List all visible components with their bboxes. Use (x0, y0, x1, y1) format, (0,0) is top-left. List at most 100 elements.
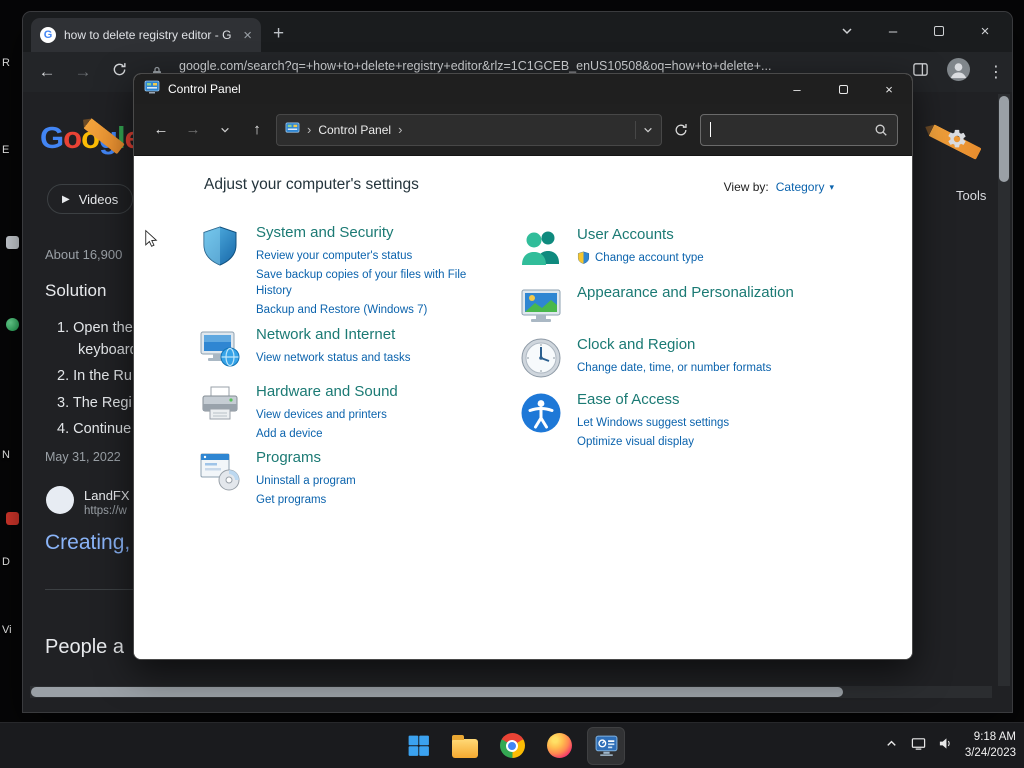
firefox-icon (546, 733, 572, 758)
firefox-button[interactable] (540, 727, 578, 765)
result-title-link[interactable]: Creating, (45, 531, 130, 555)
task-link[interactable]: Backup and Restore (Windows 7) (256, 302, 488, 318)
desktop-icon[interactable] (6, 512, 19, 525)
category-user-accounts: User Accounts Change account type (519, 226, 877, 270)
profile-avatar[interactable] (947, 58, 970, 86)
cp-back-button[interactable]: ← (148, 121, 174, 138)
browser-back-button[interactable]: ← (37, 62, 57, 82)
desktop-icon-label[interactable]: D (2, 556, 10, 568)
breadcrumb[interactable]: Control Panel (318, 123, 391, 137)
horizontal-scrollbar[interactable] (30, 686, 992, 698)
result-source-name: LandFX (84, 488, 130, 503)
settings-gear-icon[interactable] (946, 128, 968, 150)
category-title-link[interactable]: User Accounts (577, 226, 877, 243)
desktop-icon[interactable] (6, 318, 19, 331)
appearance-monitor-icon[interactable] (519, 284, 563, 328)
cp-minimize-button[interactable]: – (774, 74, 820, 104)
category-title-link[interactable]: Ease of Access (577, 391, 877, 408)
volume-icon[interactable] (938, 736, 953, 756)
clock-display[interactable]: 9:18 AM 3/24/2023 (965, 730, 1016, 761)
desktop-icon-label[interactable]: R (2, 57, 10, 69)
clock-icon[interactable] (519, 336, 563, 380)
ease-of-access-icon[interactable] (519, 391, 563, 435)
scrollbar-thumb[interactable] (31, 687, 843, 697)
cp-maximize-button[interactable] (820, 74, 866, 104)
program-window-icon[interactable] (198, 449, 242, 493)
tab-close-icon[interactable]: × (243, 27, 252, 44)
chrome-icon (499, 733, 525, 758)
hidden-icons-chevron-icon[interactable] (884, 736, 899, 756)
task-link[interactable]: Get programs (256, 492, 356, 508)
side-panel-icon[interactable] (912, 61, 929, 83)
tab-search-chevron-icon[interactable] (824, 12, 870, 50)
task-link[interactable]: Add a device (256, 426, 398, 442)
view-by-dropdown[interactable]: Category ▾ (776, 180, 834, 194)
desktop: R E N D Vi G how to delete registry edit… (0, 0, 1024, 768)
task-link[interactable]: Change date, time, or number formats (577, 360, 877, 376)
cp-titlebar[interactable]: Control Panel – × (134, 74, 912, 104)
category-title-link[interactable]: Network and Internet (256, 326, 410, 343)
cp-address-bar[interactable]: › Control Panel › (276, 113, 662, 146)
results-count: About 16,900 (45, 247, 123, 262)
task-link[interactable]: Let Windows suggest settings (577, 415, 877, 431)
browser-close-button[interactable]: × (962, 12, 1008, 50)
category-hardware-and-sound: Hardware and Sound View devices and prin… (198, 383, 398, 442)
desktop-icon-label[interactable]: E (2, 144, 9, 156)
task-link[interactable]: Uninstall a program (256, 473, 356, 489)
task-link[interactable]: Save backup copies of your files with Fi… (256, 267, 488, 299)
task-link[interactable]: Optimize visual display (577, 434, 877, 450)
maximize-icon (934, 26, 944, 36)
videos-filter-chip[interactable]: ▶ Videos (47, 184, 134, 214)
file-explorer-button[interactable] (446, 727, 484, 765)
desktop-icon[interactable] (6, 236, 19, 249)
browser-forward-button[interactable]: → (73, 62, 93, 82)
cp-content: Adjust your computer's settings View by:… (134, 156, 912, 659)
cp-forward-button[interactable]: → (180, 121, 206, 138)
tools-button[interactable]: Tools (956, 188, 986, 203)
scrollbar-thumb[interactable] (999, 96, 1009, 182)
browser-tab[interactable]: G how to delete registry editor - G × (31, 18, 261, 52)
chrome-button[interactable] (493, 727, 531, 765)
desktop-icon-label[interactable]: Vi (2, 624, 12, 636)
taskbar-center (399, 723, 625, 768)
category-title-link[interactable]: System and Security (256, 224, 488, 241)
category-title-link[interactable]: Appearance and Personalization (577, 284, 877, 301)
search-icon (874, 123, 888, 137)
task-link[interactable]: Change account type (577, 250, 877, 266)
start-button[interactable] (399, 727, 437, 765)
category-title-link[interactable]: Hardware and Sound (256, 383, 398, 400)
cp-up-button[interactable]: ↑ (244, 121, 270, 138)
new-tab-button[interactable]: + (273, 23, 284, 45)
task-link[interactable]: View network status and tasks (256, 350, 410, 366)
browser-maximize-button[interactable] (916, 12, 962, 50)
vertical-scrollbar[interactable] (998, 94, 1010, 686)
result-site-avatar (46, 486, 74, 514)
control-panel-taskbar-button[interactable] (587, 726, 625, 765)
control-panel-window: Control Panel – × ← → ↑ › Control Panel … (133, 73, 913, 660)
cp-navigation-bar: ← → ↑ › Control Panel › (134, 104, 912, 156)
browser-menu-icon[interactable]: ⋮ (988, 62, 1004, 82)
browser-refresh-button[interactable] (109, 62, 129, 82)
category-system-and-security: System and Security Review your computer… (198, 224, 488, 318)
category-title-link[interactable]: Clock and Region (577, 336, 877, 353)
task-link[interactable]: Review your computer's status (256, 248, 488, 264)
task-link[interactable]: View devices and printers (256, 407, 398, 423)
browser-minimize-button[interactable]: – (870, 12, 916, 50)
address-bar[interactable]: google.com/search?q=+how+to+delete+regis… (179, 59, 869, 73)
cp-search-input[interactable] (700, 113, 898, 146)
view-by-control: View by: Category ▾ (724, 180, 834, 194)
uac-shield-icon (577, 251, 590, 264)
user-accounts-icon[interactable] (519, 226, 563, 270)
address-dropdown-icon[interactable] (635, 120, 653, 139)
browser-toolbar-right: ⋮ (912, 52, 1004, 92)
results-divider (45, 589, 135, 590)
printer-icon[interactable] (198, 383, 242, 427)
category-title-link[interactable]: Programs (256, 449, 356, 466)
cp-recent-pages-icon[interactable] (212, 125, 238, 135)
network-icon[interactable] (911, 736, 926, 756)
desktop-icon-label[interactable]: N (2, 449, 10, 461)
cp-refresh-button[interactable] (668, 123, 694, 137)
cp-close-button[interactable]: × (866, 74, 912, 104)
shield-icon[interactable] (198, 224, 242, 268)
network-monitor-icon[interactable] (198, 326, 242, 370)
